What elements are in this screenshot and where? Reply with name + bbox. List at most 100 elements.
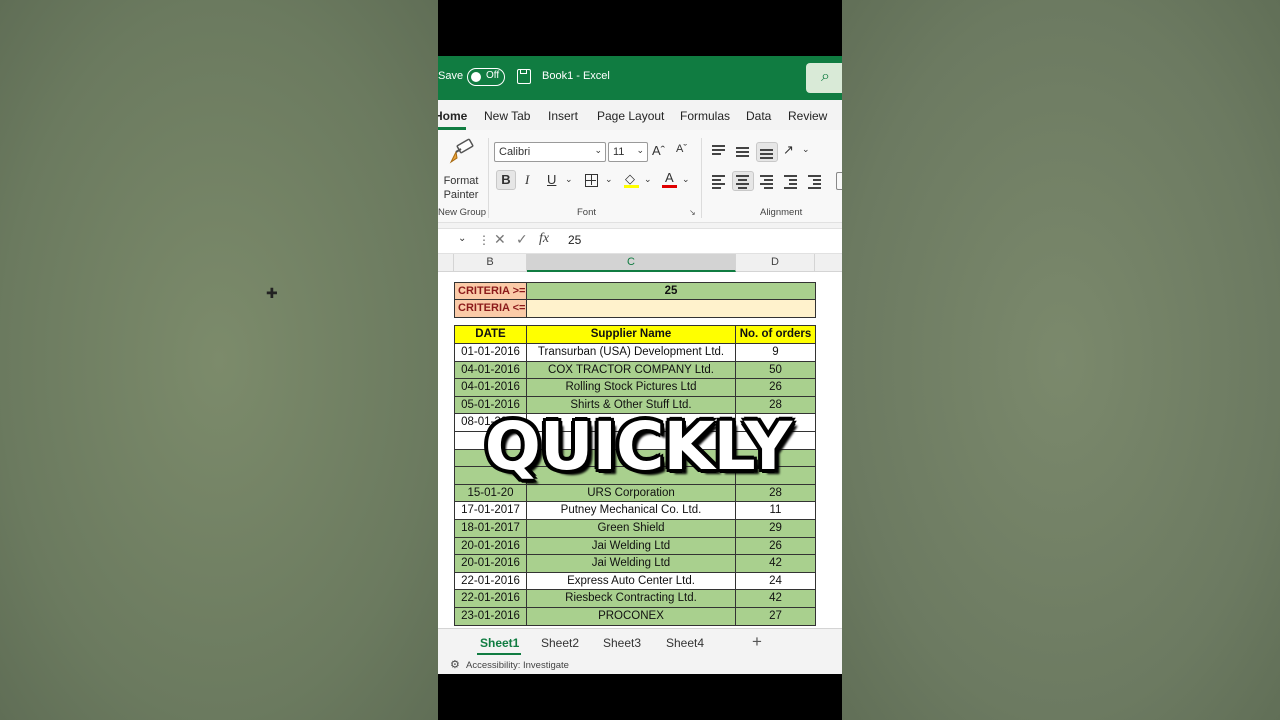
cell-orders[interactable]: 24 (736, 572, 816, 591)
cell-supplier[interactable]: URS Corporation (527, 484, 736, 503)
sheet-tab-1[interactable]: Sheet1 (480, 636, 519, 650)
top-align-icon[interactable] (710, 144, 728, 158)
enter-icon[interactable]: ✓ (516, 231, 528, 248)
grow-font-button[interactable]: Aˆ (652, 143, 665, 158)
search-button[interactable]: ⌕ (806, 63, 842, 93)
name-box-chevron-icon[interactable]: ⌄ (458, 233, 466, 244)
tab-review[interactable]: Review (788, 109, 827, 123)
borders-icon[interactable] (585, 174, 598, 187)
increase-indent-icon[interactable] (806, 174, 824, 189)
format-painter-icon[interactable] (448, 138, 476, 166)
sheet-tab-4[interactable]: Sheet4 (666, 636, 704, 650)
decrease-indent-icon[interactable] (782, 174, 800, 189)
align-right-icon[interactable] (758, 174, 776, 189)
cell-orders[interactable]: 28 (736, 484, 816, 503)
cell-supplier[interactable]: Green Shield (527, 520, 736, 538)
format-painter-label[interactable]: Format Painter (438, 174, 484, 202)
toggle-knob (471, 71, 481, 82)
cell-date[interactable]: 04-01-2016 (454, 379, 527, 397)
column-header-c[interactable]: C (527, 254, 736, 272)
cell-supplier[interactable]: Riesbeck Contracting Ltd. (527, 590, 736, 608)
column-header-e[interactable] (815, 254, 842, 272)
cell-date[interactable]: 20-01-2016 (454, 555, 527, 573)
cell-orders[interactable]: 42 (736, 590, 816, 608)
chevron-down-icon[interactable]: ⌄ (802, 144, 810, 155)
header-date[interactable]: DATE (454, 325, 527, 344)
criteria-ge-value[interactable]: 25 (527, 282, 816, 300)
header-supplier-name[interactable]: Supplier Name (527, 325, 736, 344)
cell-date[interactable]: 18-01-2017 (454, 520, 527, 538)
font-color-icon[interactable]: A (662, 170, 678, 188)
insert-function-button[interactable]: fx (539, 231, 549, 247)
cell-orders[interactable]: 42 (736, 555, 816, 573)
font-size-value: 11 (613, 146, 625, 158)
fill-color-icon[interactable]: ◇ (624, 171, 640, 188)
cell-orders[interactable]: 50 (736, 361, 816, 380)
tab-page-layout[interactable]: Page Layout (597, 109, 664, 123)
cell-supplier[interactable]: PROCONEX (527, 608, 736, 626)
cell-date[interactable]: 23-01-2016 (454, 608, 527, 626)
font-name-select[interactable]: Calibri ⌄ (494, 142, 606, 162)
orientation-icon[interactable]: ↗ (783, 142, 794, 158)
cancel-icon[interactable]: ✕ (494, 231, 506, 248)
sheet-tab-2[interactable]: Sheet2 (541, 636, 579, 650)
cell-supplier[interactable]: Jai Welding Ltd (527, 537, 736, 556)
save-icon[interactable] (517, 69, 531, 84)
shrink-font-button[interactable]: Aˇ (676, 143, 687, 155)
cell-date[interactable]: 20-01-2016 (454, 537, 527, 556)
font-size-select[interactable]: 11 ⌄ (608, 142, 648, 162)
more-options-icon[interactable]: ⋮ (478, 233, 490, 247)
tab-insert[interactable]: Insert (548, 109, 578, 123)
add-sheet-button[interactable]: + (752, 632, 762, 652)
cell-date[interactable]: 15-01-20 (454, 484, 527, 503)
criteria-ge-label[interactable]: CRITERIA >= (454, 282, 527, 300)
accessibility-status[interactable]: Accessibility: Investigate (466, 660, 569, 671)
cell-orders[interactable]: 11 (736, 502, 816, 520)
accessibility-icon[interactable]: ⚙ (450, 658, 460, 671)
cell-orders[interactable]: 9 (736, 344, 816, 362)
cell-supplier[interactable]: Rolling Stock Pictures Ltd (527, 379, 736, 397)
cell-date[interactable]: 22-01-2016 (454, 590, 527, 608)
cell-date[interactable]: 04-01-2016 (454, 361, 527, 380)
cell-supplier[interactable]: Putney Mechanical Co. Ltd. (527, 502, 736, 520)
cell-orders[interactable]: 26 (736, 379, 816, 397)
ribbon: Format Painter New Group Calibri ⌄ 11 ⌄ … (438, 130, 842, 223)
tab-new-tab[interactable]: New Tab (484, 109, 530, 123)
tab-home[interactable]: Home (438, 109, 467, 123)
cell-supplier[interactable]: Express Auto Center Ltd. (527, 572, 736, 591)
bold-button[interactable]: B (496, 170, 516, 190)
cell-orders[interactable]: 27 (736, 608, 816, 626)
column-header-a[interactable] (438, 254, 454, 272)
criteria-le-label[interactable]: CRITERIA <= (454, 300, 527, 318)
column-header-d[interactable]: D (736, 254, 815, 272)
chevron-down-icon[interactable]: ⌄ (605, 174, 613, 185)
column-header-b[interactable]: B (454, 254, 527, 272)
tab-formulas[interactable]: Formulas (680, 109, 730, 123)
wrap-text-button[interactable] (836, 172, 842, 190)
tab-data[interactable]: Data (746, 109, 771, 123)
header-orders[interactable]: No. of orders (736, 325, 816, 344)
cell-date[interactable]: 01-01-2016 (454, 344, 527, 362)
sheet-tab-3[interactable]: Sheet3 (603, 636, 641, 650)
bottom-align-icon[interactable] (756, 142, 778, 162)
cell-date[interactable]: 17-01-2017 (454, 502, 527, 520)
cell-supplier[interactable]: Jai Welding Ltd (527, 555, 736, 573)
criteria-le-value[interactable] (527, 300, 816, 318)
chevron-down-icon[interactable]: ⌄ (565, 174, 573, 185)
cell-date[interactable]: 22-01-2016 (454, 572, 527, 591)
align-left-icon[interactable] (710, 174, 728, 189)
cell-orders[interactable]: 26 (736, 537, 816, 556)
underline-button[interactable]: U (547, 172, 556, 187)
italic-button[interactable]: I (525, 172, 529, 188)
align-center-icon[interactable] (732, 171, 754, 191)
toggle-state-label: Off (486, 70, 500, 81)
middle-align-icon[interactable] (734, 144, 752, 158)
chevron-down-icon[interactable]: ⌄ (682, 174, 690, 185)
dialog-launcher-icon[interactable]: ↘ (689, 208, 696, 217)
cell-supplier[interactable]: Transurban (USA) Development Ltd. (527, 344, 736, 362)
cell-orders[interactable]: 29 (736, 520, 816, 538)
autosave-toggle[interactable]: Off (467, 68, 505, 86)
chevron-down-icon[interactable]: ⌄ (644, 174, 652, 185)
formula-input[interactable]: 25 (568, 233, 581, 247)
cell-supplier[interactable]: COX TRACTOR COMPANY Ltd. (527, 361, 736, 380)
